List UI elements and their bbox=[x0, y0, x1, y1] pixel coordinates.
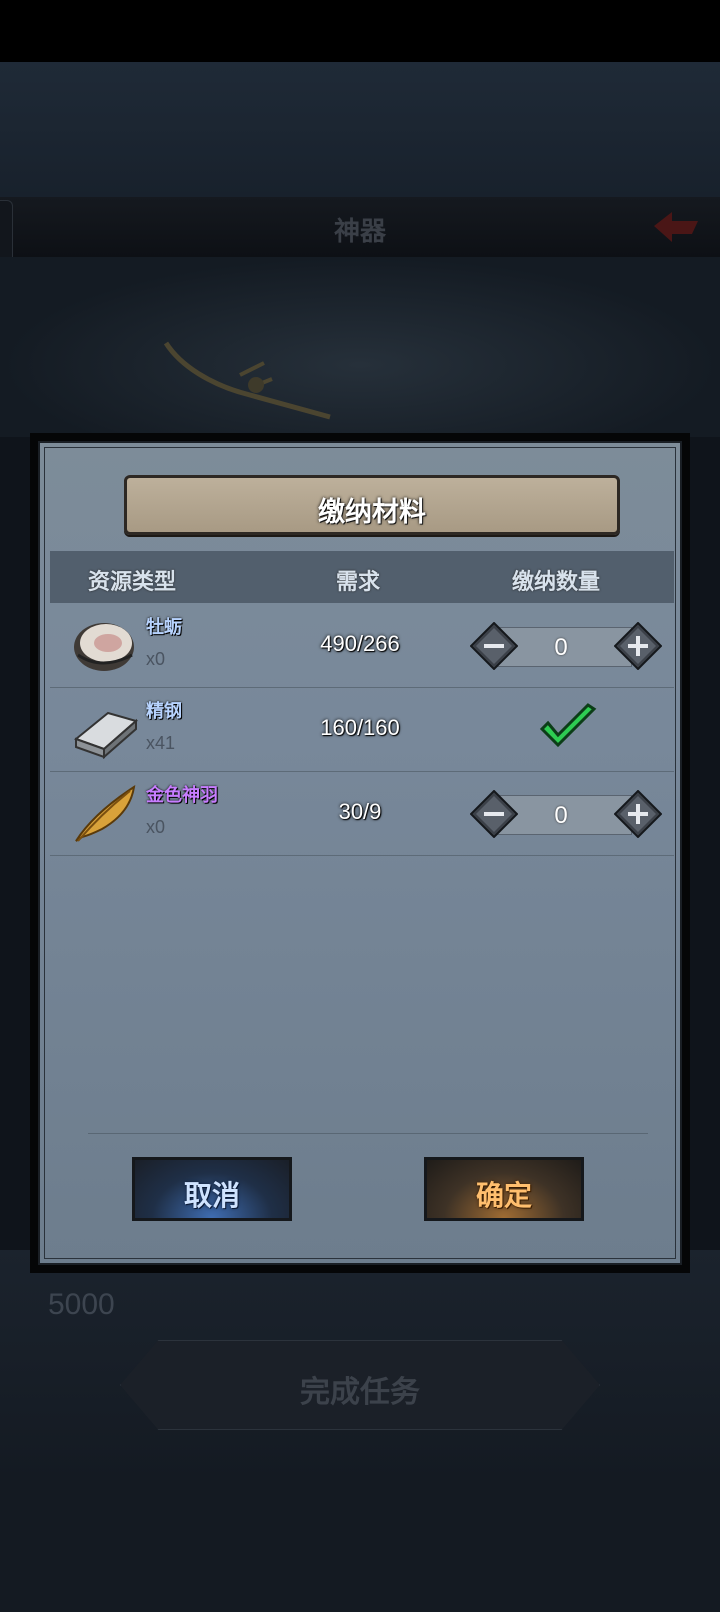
oyster-icon bbox=[74, 623, 134, 671]
item-name: 精钢 bbox=[146, 701, 182, 722]
header-quantity: 缴纳数量 bbox=[512, 570, 601, 595]
table-row: 牡蛎 x0 490/266 0 bbox=[50, 603, 674, 688]
item-count: x0 bbox=[146, 649, 166, 669]
item-requirement: 30/9 bbox=[338, 799, 382, 824]
golden-feather-icon bbox=[75, 784, 136, 842]
header-type: 资源类型 bbox=[88, 570, 177, 595]
background-title-bar: 神器 bbox=[0, 197, 720, 257]
back-arrow-icon[interactable] bbox=[652, 210, 702, 244]
confirm-label: 确定 bbox=[475, 1179, 532, 1212]
item-count: x41 bbox=[146, 733, 176, 753]
cancel-label: 取消 bbox=[183, 1179, 240, 1212]
dialog-panel: 缴纳材料 资源类型 需求 缴纳数量 牡蛎 x0 490/266 0 精钢 x41… bbox=[38, 441, 682, 1265]
steel-ingot-icon bbox=[73, 711, 138, 759]
divider bbox=[88, 1133, 648, 1134]
item-requirement: 160/160 bbox=[320, 715, 400, 740]
minus-icon[interactable] bbox=[470, 790, 518, 838]
table-row: 金色神羽 x0 30/9 0 bbox=[50, 771, 674, 856]
plus-icon[interactable] bbox=[614, 622, 662, 670]
cancel-button[interactable]: 取消 bbox=[132, 1157, 292, 1221]
item-requirement: 490/266 bbox=[320, 631, 400, 656]
item-count: x0 bbox=[146, 817, 166, 837]
submit-materials-dialog: 缴纳材料 资源类型 需求 缴纳数量 牡蛎 x0 490/266 0 精钢 x41… bbox=[30, 433, 690, 1273]
sword-icon bbox=[163, 341, 331, 420]
background-header bbox=[0, 62, 720, 197]
reward-value: 5000 bbox=[48, 1288, 115, 1321]
complete-task-button[interactable]: 完成任务 bbox=[120, 1340, 600, 1430]
plus-icon[interactable] bbox=[614, 790, 662, 838]
background-title: 神器 bbox=[333, 217, 386, 247]
item-name: 金色神羽 bbox=[146, 785, 218, 806]
table-row: 精钢 x41 160/160 bbox=[50, 687, 674, 772]
status-bar bbox=[0, 0, 720, 62]
background-bottom bbox=[0, 1480, 720, 1612]
dialog-title-plaque: 缴纳材料 bbox=[124, 475, 620, 535]
table-header: 资源类型 需求 缴纳数量 bbox=[50, 551, 674, 603]
confirm-button[interactable]: 确定 bbox=[424, 1157, 584, 1221]
minus-icon[interactable] bbox=[470, 622, 518, 670]
item-name: 牡蛎 bbox=[146, 617, 182, 638]
complete-task-label: 完成任务 bbox=[300, 1375, 420, 1410]
check-icon bbox=[539, 703, 597, 748]
header-requirement: 需求 bbox=[336, 570, 381, 595]
artifact-showcase bbox=[0, 257, 720, 437]
dialog-title: 缴纳材料 bbox=[318, 497, 426, 528]
